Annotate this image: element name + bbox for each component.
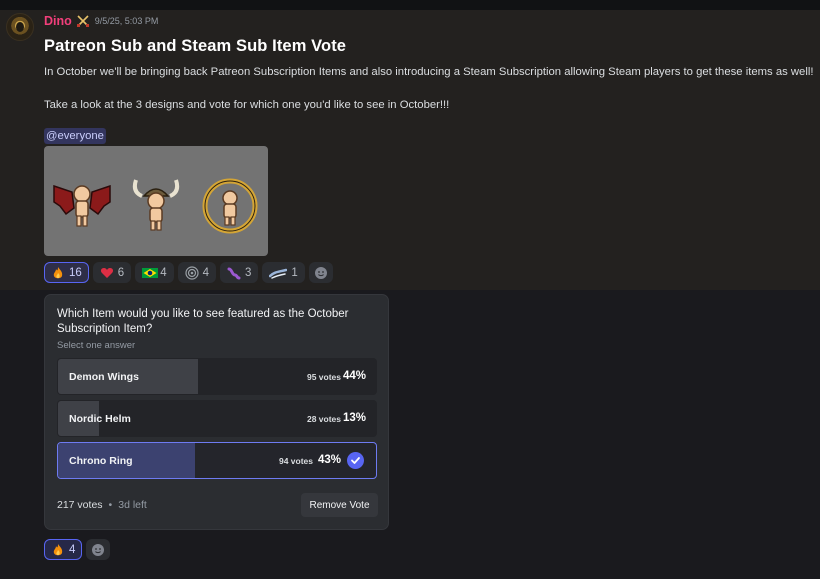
message-header: Dino 9/5/25, 5:03 PM (44, 14, 158, 28)
message-paragraph: Take a look at the 3 designs and vote fo… (44, 99, 450, 111)
poll-answer-chrono-ring[interactable]: Chrono Ring 94 votes 43% (57, 442, 377, 479)
poll-answer-percent: 44% (342, 370, 366, 382)
reaction-count: 6 (117, 266, 125, 279)
reaction-fire[interactable]: 4 (44, 539, 83, 560)
target-icon (185, 265, 199, 280)
poll-answer-votes: 28 votes (306, 414, 341, 424)
crossed-swords-icon (76, 14, 90, 28)
fire-icon (51, 543, 65, 557)
poll-time-left: 3d left (118, 499, 147, 511)
brazil-flag-icon (142, 266, 159, 280)
reaction-target[interactable]: 4 (177, 262, 217, 283)
message-title: Patreon Sub and Steam Sub Item Vote (44, 37, 347, 55)
reaction-fire[interactable]: 16 (44, 262, 89, 283)
smiley-icon (314, 266, 328, 280)
username[interactable]: Dino (44, 14, 72, 28)
poll-answer-label: Demon Wings (69, 371, 139, 383)
poll-question: Which Item would you like to see feature… (57, 308, 349, 335)
reaction-count: 4 (160, 266, 167, 279)
reaction-count: 4 (69, 543, 76, 556)
poll-hint: Select one answer (57, 340, 136, 351)
reaction-worm[interactable]: 3 (220, 262, 259, 283)
avatar[interactable] (6, 13, 34, 41)
everyone-mention[interactable]: @everyone (44, 128, 106, 144)
separator-dot-icon: • (108, 499, 113, 511)
smiley-icon (91, 543, 105, 557)
poll-total-votes[interactable]: 217 votes (57, 499, 103, 511)
red-heart-icon (100, 266, 114, 280)
reaction-heart[interactable]: 6 (92, 262, 132, 283)
fire-icon (51, 266, 65, 280)
chrono-ring-sprite (202, 178, 258, 234)
poll-answer-demon-wings[interactable]: Demon Wings 95 votes 44% (57, 358, 377, 395)
add-reaction-button[interactable] (86, 539, 111, 560)
reaction-brazil-flag[interactable]: 4 (135, 262, 174, 283)
poll-answer-label: Nordic Helm (69, 413, 131, 425)
purple-worm-icon (227, 266, 241, 280)
checkmark-icon (347, 452, 364, 469)
reaction-count: 3 (245, 266, 252, 279)
poll-answer-nordic-helm[interactable]: Nordic Helm 28 votes 13% (57, 400, 377, 437)
poll-answer-label: Chrono Ring (69, 455, 133, 467)
remove-vote-button[interactable]: Remove Vote (301, 493, 378, 517)
nordic-helm-sprite (132, 179, 180, 231)
poll-answer-percent: 13% (342, 412, 366, 424)
poll-footer: 217 votes • 3d left (57, 499, 147, 511)
reaction-count: 4 (202, 266, 210, 279)
reaction-count: 1 (291, 266, 298, 279)
wave-icon (269, 266, 288, 280)
reaction-count: 16 (69, 266, 82, 279)
image-attachment[interactable] (44, 146, 268, 256)
poll-answer-votes: 95 votes (306, 372, 341, 382)
poll-answer-percent: 43% (317, 454, 341, 466)
top-bar (0, 0, 820, 10)
add-reaction-button[interactable] (308, 262, 333, 283)
demon-wings-sprite (53, 184, 111, 227)
poll-reaction-bar: 4 (44, 539, 111, 560)
reaction-bar: 16 6 4 4 3 1 (44, 262, 333, 283)
poll-card: Which Item would you like to see feature… (44, 294, 389, 530)
timestamp: 9/5/25, 5:03 PM (94, 16, 159, 26)
poll-answer-votes: 94 votes (278, 456, 313, 466)
message-paragraph: In October we'll be bringing back Patreo… (44, 66, 814, 78)
reaction-wave[interactable]: 1 (262, 262, 305, 283)
